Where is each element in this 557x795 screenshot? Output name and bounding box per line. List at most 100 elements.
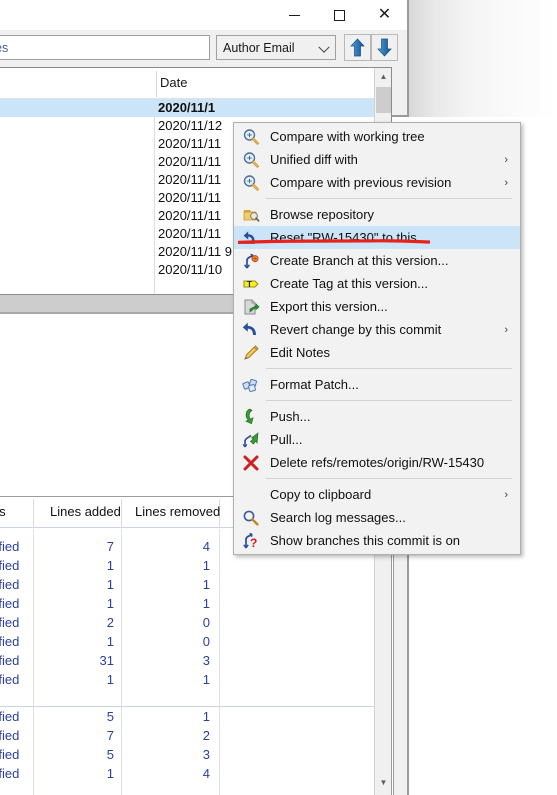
table-row[interactable]: odified 1 1	[0, 575, 391, 594]
menu-item[interactable]: Pull...	[234, 428, 520, 451]
search-field-dropdown[interactable]: Author Email	[216, 35, 336, 60]
cell-lines-added: 1	[106, 766, 114, 781]
cell-lines-removed: 3	[202, 653, 210, 668]
menu-item[interactable]: Revert change by this commit ›	[234, 318, 520, 341]
menu-item[interactable]: Export this version...	[234, 295, 520, 318]
find-next-button[interactable]	[371, 34, 398, 61]
commit-row[interactable]: 2020/11/1	[0, 99, 391, 117]
table-row[interactable]: odified 5 1	[0, 707, 391, 726]
arrow-up-icon	[350, 38, 365, 57]
menu-item-label: Edit Notes	[270, 345, 330, 360]
cell-status: odified	[0, 747, 20, 762]
submenu-chevron-icon: ›	[504, 488, 508, 501]
menu-item[interactable]: Create Branch at this version...	[234, 249, 520, 272]
maximize-button[interactable]	[317, 0, 362, 30]
menu-item[interactable]: Create Tag at this version...	[234, 272, 520, 295]
menu-item[interactable]: Compare with previous revision ›	[234, 171, 520, 194]
red-underline-annotation	[238, 239, 430, 244]
screen-root: ✕ Author Email	[0, 0, 557, 795]
scrollbar-thumb[interactable]	[376, 87, 391, 113]
column-header-status[interactable]: atus	[0, 504, 6, 519]
commit-date: 2020/11/11	[158, 154, 222, 169]
column-header-lines-removed[interactable]: Lines removed	[135, 504, 220, 519]
column-header-date[interactable]: Date	[160, 75, 187, 90]
menu-separator	[266, 400, 512, 401]
menu-item-label: Copy to clipboard	[270, 487, 372, 502]
table-row[interactable]: odified 31 3	[0, 651, 391, 670]
commit-date: 2020/11/11	[158, 226, 222, 241]
scroll-down-icon[interactable]: ▼	[375, 774, 391, 791]
cell-lines-added: 5	[106, 747, 114, 762]
table-row[interactable]: odified 1 1	[0, 556, 391, 575]
table-row[interactable]: odified 1 1	[0, 594, 391, 613]
commit-date: 2020/11/12	[158, 118, 223, 133]
menu-item[interactable]: Browse repository	[234, 203, 520, 226]
magnifier-compare-icon	[242, 174, 260, 192]
cell-status: odified	[0, 539, 20, 554]
cell-lines-removed: 1	[202, 709, 210, 724]
menu-item-label: Show branches this commit is on	[270, 533, 461, 548]
cell-status: odified	[0, 615, 20, 630]
menu-item-label: Search log messages...	[270, 510, 406, 525]
menu-item[interactable]: Reset "RW-15430" to this...	[234, 226, 520, 249]
commit-date: 2020/11/1	[158, 100, 216, 115]
branch-icon	[242, 252, 260, 270]
cell-lines-removed: 4	[202, 766, 210, 781]
menu-item-label: Format Patch...	[270, 377, 359, 392]
scroll-up-icon[interactable]: ▲	[375, 68, 391, 85]
minimize-button[interactable]	[272, 0, 317, 30]
cell-lines-added: 1	[106, 634, 114, 649]
menu-item[interactable]: Format Patch...	[234, 373, 520, 396]
pencil-icon	[242, 344, 260, 362]
cell-lines-added: 1	[106, 558, 114, 573]
maximize-icon	[334, 9, 345, 21]
cell-lines-removed: 3	[202, 747, 210, 762]
cell-lines-added: 7	[106, 728, 114, 743]
table-row[interactable]: odified 5 3	[0, 745, 391, 764]
table-row[interactable]: odified 1 1	[0, 670, 391, 689]
cell-lines-added: 7	[106, 539, 114, 554]
cell-lines-removed: 1	[202, 577, 210, 592]
cell-lines-removed: 1	[202, 672, 210, 687]
commit-list-header: Date	[0, 68, 391, 99]
close-button[interactable]: ✕	[362, 0, 407, 30]
cell-lines-removed: 1	[202, 558, 210, 573]
delete-x-icon	[242, 454, 260, 472]
commit-date: 2020/11/11	[158, 190, 222, 205]
submenu-chevron-icon: ›	[504, 153, 508, 166]
menu-item[interactable]: Edit Notes	[234, 341, 520, 364]
table-row[interactable]: odified 7 2	[0, 726, 391, 745]
cell-lines-removed: 1	[202, 596, 210, 611]
arrow-down-icon	[377, 38, 392, 57]
cell-lines-added: 31	[99, 653, 114, 668]
filter-search-input[interactable]	[0, 35, 210, 60]
menu-item[interactable]: Push...	[234, 405, 520, 428]
table-row[interactable]: odified 1 0	[0, 632, 391, 651]
menu-item[interactable]: Copy to clipboard ›	[234, 483, 520, 506]
application-window: ✕ Author Email	[0, 0, 409, 316]
filter-toolbar: Author Email	[0, 30, 407, 65]
menu-item-label: Create Branch at this version...	[270, 253, 449, 268]
folder-browse-icon	[242, 206, 260, 224]
commit-context-menu[interactable]: Compare with working tree Unified diff wi…	[233, 122, 521, 555]
menu-item[interactable]: Show branches this commit is on	[234, 529, 520, 552]
menu-item[interactable]: Unified diff with ›	[234, 148, 520, 171]
table-row[interactable]: odified 1 4	[0, 764, 391, 783]
table-row[interactable]: odified 2 0	[0, 613, 391, 632]
find-previous-button[interactable]	[344, 34, 371, 61]
magnifier-compare-icon	[242, 151, 260, 169]
search-field-value: Author Email	[223, 40, 295, 55]
header-separator	[121, 499, 122, 528]
magnifier-compare-icon	[242, 128, 260, 146]
menu-separator	[266, 478, 512, 479]
menu-item[interactable]: Delete refs/remotes/origin/RW-15430	[234, 451, 520, 474]
column-header-lines-added[interactable]: Lines added	[50, 504, 121, 519]
menu-separator	[266, 198, 512, 199]
commit-date: 2020/11/11	[158, 136, 222, 151]
row-group-separator	[0, 689, 391, 707]
window-titlebar: ✕	[0, 0, 407, 30]
menu-item[interactable]: Compare with working tree	[234, 125, 520, 148]
menu-item[interactable]: Search log messages...	[234, 506, 520, 529]
magnifier-icon	[242, 509, 260, 527]
commit-date: 2020/11/10	[158, 262, 223, 277]
